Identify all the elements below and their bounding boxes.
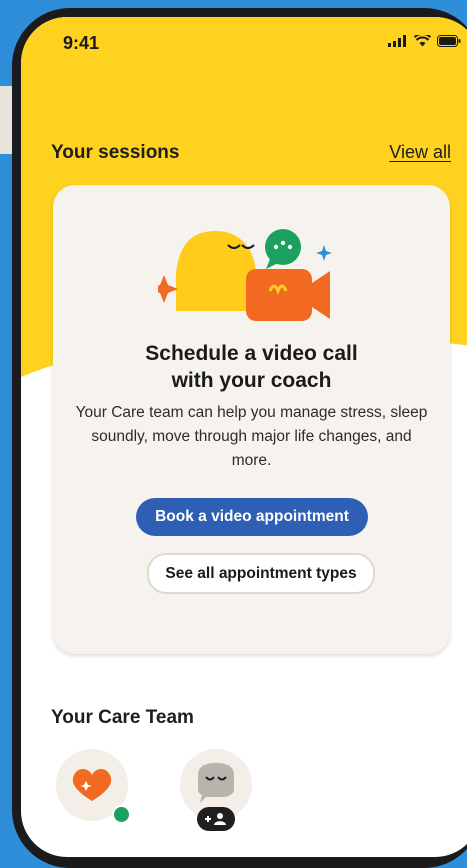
card-title-line2: with your coach bbox=[171, 369, 332, 392]
phone-frame: 9:41 Your sessions View all Schedule a v… bbox=[12, 8, 467, 868]
card-description: Your Care team can help you manage stres… bbox=[75, 404, 428, 469]
add-person-icon bbox=[205, 813, 226, 825]
care-team-member-1[interactable] bbox=[56, 749, 131, 824]
online-status-dot bbox=[112, 805, 131, 824]
status-bar: 9:41 bbox=[21, 17, 467, 67]
card-title-line1: Schedule a video call bbox=[145, 342, 358, 365]
status-time: 9:41 bbox=[63, 33, 100, 53]
video-call-illustration bbox=[158, 229, 332, 321]
app-screen: 9:41 Your sessions View all Schedule a v… bbox=[21, 17, 467, 857]
status-icons bbox=[388, 35, 461, 47]
see-all-appointment-types-button[interactable]: See all appointment types bbox=[147, 553, 375, 594]
care-team-title: Your Care Team bbox=[51, 707, 194, 728]
signal-icon bbox=[388, 35, 406, 47]
battery-icon bbox=[437, 35, 461, 47]
book-video-appointment-button[interactable]: Book a video appointment bbox=[136, 498, 368, 536]
sessions-title: Your sessions bbox=[51, 142, 180, 163]
wifi-icon bbox=[414, 35, 431, 47]
card-title: Schedule a video call with your coach bbox=[53, 340, 450, 394]
care-team-member-2[interactable] bbox=[180, 749, 252, 831]
add-person-badge[interactable] bbox=[197, 807, 235, 831]
video-call-card: Schedule a video call with your coach Yo… bbox=[53, 185, 450, 654]
view-all-link[interactable]: View all bbox=[389, 142, 451, 163]
